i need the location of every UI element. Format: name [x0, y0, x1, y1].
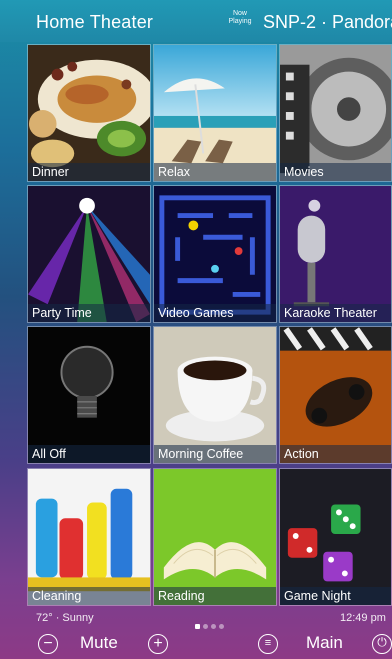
tile-label: Action: [280, 445, 391, 463]
tile-label: Morning Coffee: [154, 445, 276, 463]
party-lights-image: [28, 186, 150, 322]
microphone-image: [280, 186, 391, 322]
now-playing-source[interactable]: SNP-2 · Pandora: [263, 12, 392, 33]
dice-image: [280, 469, 391, 605]
tile-karaoke-theater[interactable]: Karaoke Theater: [279, 185, 392, 323]
clock-readout: 12:49 pm: [340, 612, 386, 624]
header-bar: Home Theater Now Playing SNP-2 · Pandora: [0, 0, 392, 42]
tile-label: Game Night: [280, 587, 391, 605]
video-games-image: [154, 186, 276, 322]
weather-readout: 72° · Sunny: [36, 612, 94, 624]
tile-dinner[interactable]: Dinner: [27, 44, 151, 182]
tile-label: Reading: [154, 587, 276, 605]
menu-icon[interactable]: ≡: [258, 634, 278, 654]
tile-label: Karaoke Theater: [280, 304, 391, 322]
tile-cleaning[interactable]: Cleaning: [27, 468, 151, 606]
activity-grid: Dinner Relax Movies Party Time Video Gam…: [27, 44, 392, 610]
room-title: Home Theater: [36, 12, 154, 32]
relax-image: [154, 45, 276, 181]
tile-label: Relax: [154, 163, 276, 181]
volume-down-icon[interactable]: −: [38, 634, 58, 654]
tile-label: All Off: [28, 445, 150, 463]
tile-morning-coffee[interactable]: Morning Coffee: [153, 326, 277, 464]
open-book-image: [154, 469, 276, 605]
tile-label: Dinner: [28, 163, 150, 181]
action-image: [280, 327, 391, 463]
tile-label: Movies: [280, 163, 391, 181]
light-bulb-image: [28, 327, 150, 463]
mute-button[interactable]: Mute: [80, 633, 118, 653]
tile-label: Video Games: [154, 304, 276, 322]
tile-label: Cleaning: [28, 587, 150, 605]
movies-image: [280, 45, 391, 181]
tile-action[interactable]: Action: [279, 326, 392, 464]
tile-reading[interactable]: Reading: [153, 468, 277, 606]
tile-party-time[interactable]: Party Time: [27, 185, 151, 323]
tile-movies[interactable]: Movies: [279, 44, 392, 182]
bottom-control-bar: − Mute + ≡ Main ⏻: [0, 627, 392, 659]
coffee-cup-image: [154, 327, 276, 463]
power-icon[interactable]: ⏻: [372, 634, 392, 654]
cleaning-supplies-image: [28, 469, 150, 605]
volume-up-icon[interactable]: +: [148, 634, 168, 654]
tile-relax[interactable]: Relax: [153, 44, 277, 182]
dinner-image: [28, 45, 150, 181]
tile-game-night[interactable]: Game Night: [279, 468, 392, 606]
tile-all-off[interactable]: All Off: [27, 326, 151, 464]
now-playing-label: Now Playing: [228, 10, 252, 25]
tile-label: Party Time: [28, 304, 150, 322]
main-button[interactable]: Main: [306, 633, 343, 653]
tile-video-games[interactable]: Video Games: [153, 185, 277, 323]
